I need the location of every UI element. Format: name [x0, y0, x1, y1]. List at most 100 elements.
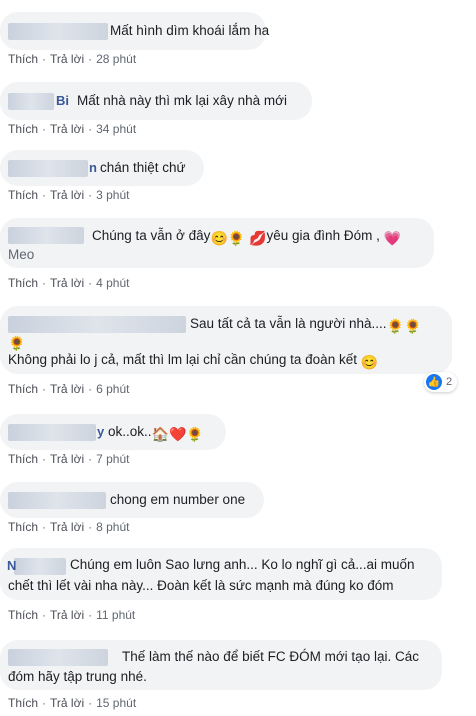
house-icon: 🏠 [151, 426, 169, 442]
comment-actions: Thích · Trả lời · 6 phút [8, 382, 129, 396]
reply-button[interactable]: Trả lời [50, 122, 84, 136]
comment-actions: Thích · Trả lời · 4 phút [8, 276, 129, 290]
comment-text-line1: Chúng ta vẫn ở đây😊🌻 💋yêu gia đình Đóm ,… [92, 226, 401, 248]
separator: · [88, 608, 93, 622]
like-button[interactable]: Thích [8, 452, 38, 466]
comment-time[interactable]: 7 phút [96, 452, 129, 466]
comment-text: ok..ok.. [108, 424, 152, 439]
like-icon: 👍 [426, 374, 442, 390]
comment-time[interactable]: 11 phút [96, 608, 135, 622]
comment-time[interactable]: 34 phút [96, 122, 136, 136]
like-button[interactable]: Thích [8, 122, 38, 136]
sunflower-icon: 🌻 [227, 230, 246, 246]
author-name-redacted[interactable] [8, 316, 186, 333]
comment-bubble: n chán thiệt chứ [0, 150, 204, 186]
reply-button[interactable]: Trả lời [50, 520, 84, 534]
comment-actions: Thích · Trả lời · 34 phút [8, 122, 136, 136]
comment-bubble: Sau tất cả ta vẫn là người nhà....🌻🌻 🌻 K… [0, 306, 452, 374]
smile-icon: 😊 [210, 230, 228, 246]
comment-bubble: N Chúng em luôn Sao lưng anh... Ko lo ng… [0, 548, 442, 600]
comment-text: chán thiệt chứ [100, 160, 186, 175]
sunflower-icon: 🌻 [186, 426, 204, 442]
comment-time[interactable]: 6 phút [96, 382, 129, 396]
like-button[interactable]: Thích [8, 52, 38, 66]
separator: · [42, 276, 47, 290]
comment-actions: Thích · Trả lời · 3 phút [8, 188, 129, 202]
reply-button[interactable]: Trả lời [50, 188, 84, 202]
reply-button[interactable]: Trả lời [50, 608, 84, 622]
separator: · [88, 188, 93, 202]
comment-text: Không phải lo j cả, mất thì lm lại chỉ c… [8, 352, 357, 367]
comment-actions: Thích · Trả lời · 7 phút [8, 452, 129, 466]
like-button[interactable]: Thích [8, 696, 38, 710]
comment-text-line1: Sau tất cả ta vẫn là người nhà....🌻🌻 [190, 314, 421, 336]
like-button[interactable]: Thích [8, 276, 38, 290]
comment-actions: Thích · Trả lời · 28 phút [8, 52, 136, 66]
comment-text-line1: Chúng em luôn Sao lưng anh... Ko lo nghĩ… [70, 557, 415, 572]
comment-bubble: Mất hình dìm khoái lắm ha [0, 12, 270, 50]
author-name-redacted[interactable] [8, 649, 108, 666]
like-button[interactable]: Thích [8, 188, 38, 202]
comment-time[interactable]: 8 phút [96, 520, 129, 534]
comment-bubble: chong em number one [0, 482, 264, 518]
comment-time[interactable]: 3 phút [96, 188, 129, 202]
comment-time[interactable]: 4 phút [96, 276, 129, 290]
separator: · [42, 122, 47, 136]
comment-actions: Thích · Trả lời · 11 phút [8, 608, 135, 622]
separator: · [88, 452, 93, 466]
separator: · [42, 188, 47, 202]
author-name-redacted[interactable] [14, 558, 66, 575]
comment-text: Chúng ta vẫn ở đây [92, 228, 211, 243]
separator: · [88, 520, 93, 534]
separator: · [88, 696, 93, 710]
comment-time[interactable]: 15 phút [96, 696, 136, 710]
author-name[interactable]: Bi [56, 93, 69, 108]
author-name-redacted[interactable] [8, 492, 106, 509]
author-name[interactable]: y [97, 424, 104, 439]
comment-text: Mất hình dìm khoái lắm ha [110, 23, 270, 38]
comment-bubble: Chúng ta vẫn ở đây😊🌻 💋yêu gia đình Đóm ,… [0, 218, 434, 268]
separator: · [42, 452, 47, 466]
author-name-redacted[interactable] [8, 23, 108, 40]
reply-button[interactable]: Trả lời [50, 696, 84, 710]
author-name[interactable]: n [89, 160, 97, 175]
author-name-redacted[interactable] [8, 160, 88, 177]
reply-button[interactable]: Trả lời [50, 52, 84, 66]
comment-text-line2: chết thì lết vài nha này... Đoàn kết là … [8, 578, 394, 593]
comment-text-line: ok..ok..🏠❤️🌻 [108, 422, 204, 444]
separator: · [42, 52, 47, 66]
reply-button[interactable]: Trả lời [50, 276, 84, 290]
separator: · [88, 382, 93, 396]
like-button[interactable]: Thích [8, 382, 38, 396]
separator: · [88, 52, 93, 66]
comment-bubble: Thế làm thế nào để biết FC ĐÓM mới tạo l… [0, 640, 442, 690]
like-button[interactable]: Thích [8, 520, 38, 534]
reaction-summary[interactable]: 👍 2 [424, 372, 458, 392]
comment-text-line1: Thế làm thế nào để biết FC ĐÓM mới tạo l… [122, 649, 419, 664]
separator: · [42, 382, 47, 396]
reply-button[interactable]: Trả lời [50, 452, 84, 466]
kiss-icon: 💋 [249, 230, 267, 246]
reply-button[interactable]: Trả lời [50, 382, 84, 396]
author-name-redacted[interactable] [8, 424, 96, 441]
sunflower-icon: 🌻 [403, 318, 422, 334]
separator: · [42, 520, 47, 534]
separator: · [88, 122, 93, 136]
heart-icon: 💗 [383, 230, 402, 246]
comment-text-line2: Không phải lo j cả, mất thì lm lại chỉ c… [8, 350, 378, 372]
author-name[interactable]: N [7, 558, 16, 573]
comment-text: yêu gia đình Đóm , [266, 228, 380, 243]
like-button[interactable]: Thích [8, 608, 38, 622]
comment-text-line2: đóm hãy tập trung nhé. [8, 669, 147, 684]
author-name-redacted[interactable] [8, 93, 54, 110]
comment-actions: Thích · Trả lời · 8 phút [8, 520, 129, 534]
author-name-redacted[interactable] [8, 227, 84, 244]
comment-text: Sau tất cả ta vẫn là người nhà.... [190, 316, 387, 331]
comment-time[interactable]: 28 phút [96, 52, 136, 66]
separator: · [42, 608, 47, 622]
comment-bubble: Bi Mất nhà này thì mk lại xây nhà mới [0, 82, 312, 120]
sunflower-icon: 🌻 [386, 318, 404, 334]
comment-text-line2: Meo [8, 247, 35, 262]
reaction-count: 2 [446, 376, 453, 388]
smile-icon: 😊 [360, 354, 379, 370]
